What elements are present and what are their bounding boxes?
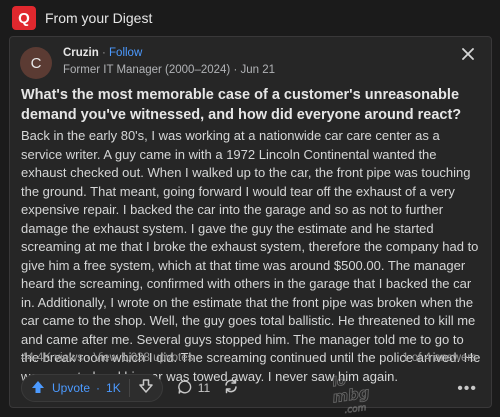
share-button[interactable] xyxy=(222,377,240,400)
vote-divider xyxy=(128,379,130,397)
upvote-separator: · xyxy=(96,381,101,395)
digest-header: Q From your Digest xyxy=(0,0,500,36)
vote-group: Upvote · 1K xyxy=(21,374,163,402)
quora-logo-icon[interactable]: Q xyxy=(12,6,36,30)
more-options-icon[interactable]: ••• xyxy=(457,380,477,398)
answer-body: Back in the early 80's, I was working at… xyxy=(21,128,481,384)
share-icon xyxy=(222,377,240,400)
avatar[interactable]: C xyxy=(20,47,52,79)
answer-stats[interactable]: 44.4K views · View 1,038 upvotes xyxy=(21,352,193,364)
upvote-label: Upvote xyxy=(52,381,91,395)
downvote-arrow-icon xyxy=(138,378,154,399)
digest-title: From your Digest xyxy=(45,10,153,26)
upvote-button[interactable]: Upvote · 1K xyxy=(30,379,121,398)
downvote-button[interactable] xyxy=(138,378,154,399)
follow-link[interactable]: Follow xyxy=(109,47,142,59)
question-title[interactable]: What's the most memorable case of a cust… xyxy=(21,85,483,125)
comment-button[interactable]: 11 xyxy=(177,379,210,398)
answer-pager: 1 of 4 answers xyxy=(402,352,477,364)
comment-count: 11 xyxy=(197,381,211,395)
author-separator: · xyxy=(101,47,106,59)
author-line: Cruzin · Follow xyxy=(63,47,142,59)
upvote-count: 1K xyxy=(106,381,121,395)
answer-card: C Cruzin · Follow Former IT Manager (200… xyxy=(9,36,492,416)
action-bar: Upvote · 1K 11 xyxy=(21,372,240,404)
author-credential: Former IT Manager (2000–2024) · Jun 21 xyxy=(63,64,276,76)
author-name[interactable]: Cruzin xyxy=(63,47,99,59)
comment-icon xyxy=(177,379,193,398)
close-icon[interactable] xyxy=(459,45,477,63)
upvote-arrow-icon xyxy=(30,379,46,398)
